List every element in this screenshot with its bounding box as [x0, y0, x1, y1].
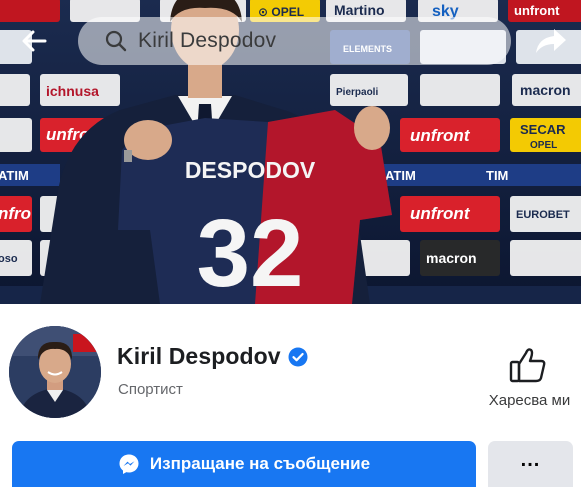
share-button[interactable] — [528, 22, 574, 60]
verified-badge-icon — [288, 347, 308, 366]
svg-text:unfront: unfront — [514, 3, 560, 18]
svg-text:ATIM: ATIM — [0, 168, 29, 183]
svg-text:ichnusa: ichnusa — [46, 83, 99, 99]
search-icon — [105, 30, 127, 52]
svg-text:macron: macron — [520, 82, 571, 98]
svg-text:SECAR: SECAR — [520, 122, 566, 137]
svg-text:TIM: TIM — [486, 168, 508, 183]
svg-text:macron: macron — [426, 250, 477, 266]
back-button[interactable] — [14, 24, 54, 58]
jersey-number: 32 — [197, 200, 304, 304]
svg-text:EUROBET: EUROBET — [516, 209, 570, 221]
svg-text:Martino: Martino — [334, 2, 385, 18]
profile-name-row: Kiril Despodov — [117, 343, 308, 370]
messenger-icon — [119, 454, 139, 474]
jersey-name: DESPODOV — [185, 157, 316, 183]
profile-name: Kiril Despodov — [117, 343, 281, 369]
like-button[interactable]: Харесва ми — [478, 345, 581, 415]
search-query-text: Kiril Despodov — [138, 29, 277, 52]
facebook-page-screen: ⊙ OPEL Martino sky unfront ELEMENTS ichn… — [0, 0, 581, 487]
thumbs-up-icon — [509, 348, 546, 383]
profile-avatar[interactable] — [9, 326, 101, 418]
svg-text:oso: oso — [0, 253, 18, 265]
avatar-image — [9, 326, 101, 418]
svg-text:unfront: unfront — [410, 204, 471, 223]
svg-text:Pierpaoli: Pierpaoli — [336, 87, 378, 98]
more-options-label: ... — [520, 448, 541, 471]
share-icon — [536, 29, 566, 53]
send-message-label: Изпращане на съобщение — [149, 454, 371, 473]
back-arrow-icon — [22, 30, 47, 52]
svg-text:ATIM: ATIM — [385, 168, 416, 183]
like-label: Харесва ми — [488, 392, 571, 409]
profile-category: Спортист — [118, 381, 183, 398]
send-message-button[interactable]: Изпращане на съобщение — [12, 441, 476, 487]
more-options-button[interactable]: ... — [488, 441, 573, 487]
svg-text:unfront: unfront — [410, 126, 471, 145]
svg-text:OPEL: OPEL — [530, 140, 557, 151]
search-bar[interactable]: Kiril Despodov — [78, 17, 511, 65]
svg-text:nfro: nfro — [0, 204, 31, 223]
